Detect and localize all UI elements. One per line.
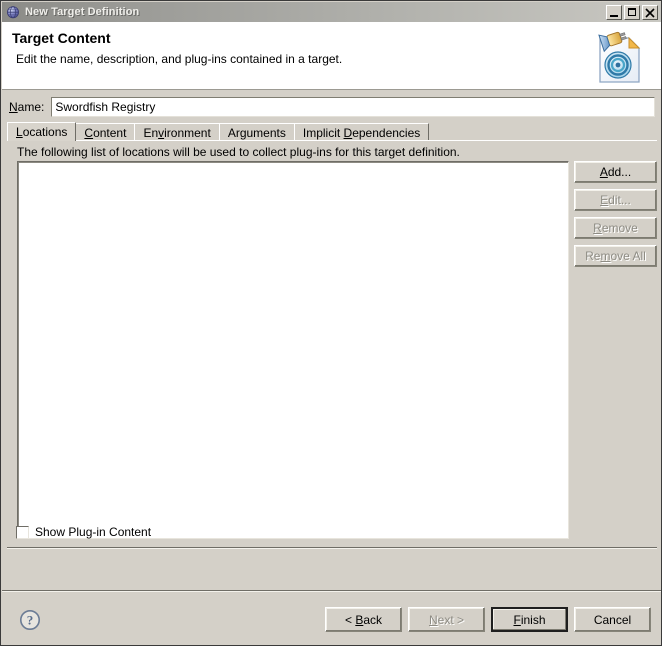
edit-button: Edit... <box>574 189 657 211</box>
add-button[interactable]: Add... <box>574 161 657 183</box>
target-tabfolder: Locations Content Environment Arguments … <box>7 122 657 549</box>
help-question-icon: ? <box>20 610 40 630</box>
show-plugin-content-label: Show Plug-in Content <box>35 525 152 539</box>
tab-environment[interactable]: Environment <box>134 123 220 141</box>
minimize-button[interactable] <box>606 4 622 20</box>
cancel-button[interactable]: Cancel <box>574 607 651 632</box>
footer-separator <box>2 590 661 592</box>
tab-implicit-dependencies[interactable]: Implicit Dependencies <box>293 123 430 141</box>
locations-description: The following list of locations will be … <box>17 145 460 159</box>
help-button[interactable]: ? <box>19 609 41 631</box>
next-button: Next > <box>408 607 485 632</box>
maximize-glyph <box>628 7 636 16</box>
window-titlebar[interactable]: New Target Definition <box>2 2 661 22</box>
name-input[interactable] <box>51 97 655 117</box>
minimize-glyph <box>610 14 618 17</box>
tab-strip: Locations Content Environment Arguments … <box>7 122 430 141</box>
close-icon <box>645 7 655 18</box>
new-target-definition-dialog: New Target Definition Target Content Edi… <box>0 0 662 646</box>
page-description: Edit the name, description, and plug-ins… <box>16 52 343 66</box>
remove-button: Remove <box>574 217 657 239</box>
maximize-button[interactable] <box>624 4 640 20</box>
tab-locations[interactable]: Locations <box>7 122 77 141</box>
svg-text:?: ? <box>27 613 34 628</box>
window-title: New Target Definition <box>25 6 140 18</box>
tab-underline <box>7 140 657 141</box>
name-row: Name: <box>9 97 655 117</box>
checkbox-box[interactable] <box>16 525 29 539</box>
target-definition-document-icon <box>582 24 646 88</box>
tabfolder-separator <box>7 547 657 549</box>
wizard-footer-buttons: < Back Next > Finish Cancel <box>325 607 651 632</box>
wizard-banner: Target Content Edit the name, descriptio… <box>2 22 661 90</box>
back-button[interactable]: < Back <box>325 607 402 632</box>
remove-all-button: Remove All <box>574 245 657 267</box>
globe-icon <box>6 5 20 19</box>
window-controls <box>606 4 660 20</box>
close-button[interactable] <box>642 4 658 20</box>
tab-content[interactable]: Content <box>75 123 136 141</box>
tab-arguments[interactable]: Arguments <box>218 123 295 141</box>
show-plugin-content-checkbox[interactable]: Show Plug-in Content <box>16 525 151 539</box>
name-label: Name: <box>9 100 45 114</box>
page-title: Target Content <box>12 30 111 46</box>
locations-list[interactable] <box>17 161 569 539</box>
locations-actions: Add... Edit... Remove Remove All <box>574 161 657 267</box>
finish-button[interactable]: Finish <box>491 607 568 632</box>
